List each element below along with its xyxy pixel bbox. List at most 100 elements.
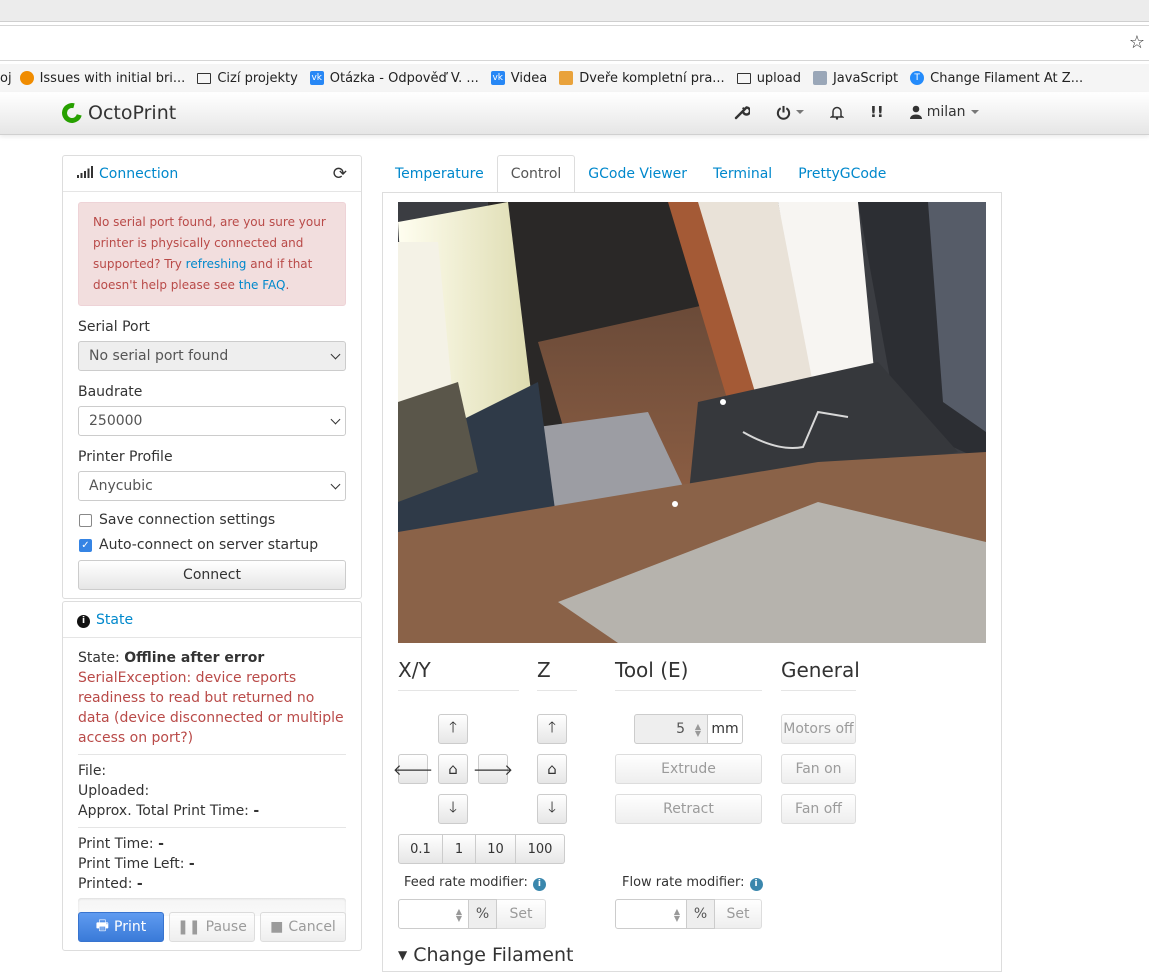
brand[interactable]: OctoPrint xyxy=(58,99,177,127)
serial-port-select[interactable]: No serial port found xyxy=(78,341,346,371)
print-icon: 🖶 xyxy=(95,918,109,934)
autoconnect-checkbox[interactable]: ✓ Auto-connect on server startup xyxy=(79,537,361,553)
bookmark-item[interactable]: vk Otázka - Odpověď V. ... xyxy=(309,70,479,86)
signal-icon xyxy=(77,165,93,182)
spinner-icon[interactable]: ▲ ▼ xyxy=(456,908,462,923)
bookmark-item[interactable]: vk Videa xyxy=(490,71,547,86)
thingiverse-icon: T xyxy=(910,71,925,85)
cancel-button[interactable]: ■ Cancel xyxy=(260,912,346,942)
info-icon[interactable]: i xyxy=(532,878,546,891)
step-100-button[interactable]: 100 xyxy=(516,834,565,864)
bookmark-item[interactable]: Cizí projekty xyxy=(197,71,298,86)
flow-rate-input[interactable]: ▲ ▼ xyxy=(615,899,687,929)
divider xyxy=(78,827,346,828)
tab-control[interactable]: Control xyxy=(496,155,576,193)
chevron-down-icon xyxy=(970,110,979,114)
uploaded-label: Uploaded: xyxy=(78,783,150,799)
fan-on-button[interactable]: Fan on xyxy=(781,754,856,784)
print-label: Print xyxy=(114,919,147,935)
bookmark-item[interactable]: upload xyxy=(736,70,801,86)
spinner-icon[interactable]: ▲ ▼ xyxy=(695,723,701,738)
tab-prettygcode[interactable]: PrettyGCode xyxy=(785,155,899,193)
bell-icon[interactable] xyxy=(830,105,844,120)
autoconnect-label: Auto-connect on server startup xyxy=(99,537,319,553)
brand-name: OctoPrint xyxy=(88,102,177,124)
bookmark-item[interactable]: T Change Filament At Z... xyxy=(910,71,1083,86)
jog-y-plus-button[interactable]: 🡑 xyxy=(438,714,468,744)
jog-y-minus-button[interactable]: 🡓 xyxy=(438,794,468,824)
no-serial-alert: No serial port found, are you sure your … xyxy=(78,202,346,306)
system-alert-icon[interactable]: !! xyxy=(870,103,884,121)
refresh-link[interactable]: refreshing xyxy=(186,257,247,271)
baudrate-select[interactable]: 250000 xyxy=(78,406,346,436)
tool-heading: Tool (E) xyxy=(615,658,762,691)
checkbox-box xyxy=(79,513,92,527)
feed-rate-set-button[interactable]: Set xyxy=(496,899,546,929)
change-filament-toggle[interactable]: ▼ Change Filament xyxy=(398,944,573,966)
step-1-button[interactable]: 1 xyxy=(443,834,476,864)
info-icon: i xyxy=(77,612,90,628)
baudrate-value: 250000 xyxy=(89,413,143,429)
home-z-button[interactable]: ⌂ xyxy=(537,754,567,784)
power-menu[interactable] xyxy=(776,105,804,120)
tab-gcode-viewer[interactable]: GCode Viewer xyxy=(575,155,700,193)
connection-header[interactable]: Connection ⟳ xyxy=(63,156,361,192)
wrench-icon[interactable] xyxy=(734,104,750,120)
motors-off-button[interactable]: Motors off xyxy=(781,714,856,744)
info-icon[interactable]: i xyxy=(749,878,763,891)
state-header[interactable]: i State xyxy=(63,602,361,638)
print-button[interactable]: 🖶 Print xyxy=(78,912,164,942)
print-time-line: Print Time: - xyxy=(78,834,346,854)
serial-port-value: No serial port found xyxy=(89,348,229,364)
folder-icon xyxy=(736,72,751,84)
home-xy-button[interactable]: ⌂ xyxy=(438,754,468,784)
username: milan xyxy=(926,104,966,120)
feed-rate-input[interactable]: ▲ ▼ xyxy=(398,899,469,929)
arrow-down-icon: 🡓 xyxy=(548,797,556,816)
tab-temperature[interactable]: Temperature xyxy=(382,155,497,193)
jog-z-plus-button[interactable]: 🡑 xyxy=(537,714,567,744)
spinner-icon[interactable]: ▲ ▼ xyxy=(674,908,680,923)
bookmark-fragment[interactable]: oj xyxy=(0,71,12,86)
flow-rate-set-button[interactable]: Set xyxy=(714,899,762,929)
jog-x-plus-button[interactable]: 🡒 xyxy=(473,754,513,784)
state-panel: i State State: Offline after error Seria… xyxy=(62,601,362,951)
bookmark-label: upload xyxy=(756,70,801,86)
pause-button[interactable]: ❚❚ Pause xyxy=(169,912,255,942)
extrude-button[interactable]: Extrude xyxy=(615,754,762,784)
printer-profile-select[interactable]: Anycubic xyxy=(78,471,346,501)
top-navbar: OctoPrint !! milan xyxy=(0,93,1149,135)
connect-button[interactable]: Connect xyxy=(78,560,346,590)
approx-value: - xyxy=(253,803,260,819)
user-menu[interactable]: milan xyxy=(909,104,979,120)
approx-label: Approx. Total Print Time: xyxy=(78,803,249,819)
jog-x-minus-button[interactable]: 🡐 xyxy=(393,754,433,784)
jog-z-minus-button[interactable]: 🡓 xyxy=(537,794,567,824)
fan-off-button[interactable]: Fan off xyxy=(781,794,856,824)
github-icon xyxy=(19,71,34,85)
retract-button[interactable]: Retract xyxy=(615,794,762,824)
tab-terminal[interactable]: Terminal xyxy=(700,155,785,193)
bookmark-label: Dveře kompletní pra... xyxy=(579,70,725,86)
bookmark-item[interactable]: Dveře kompletní pra... xyxy=(559,70,725,86)
step-size-group: 0.1 1 10 100 xyxy=(398,834,565,864)
save-settings-checkbox[interactable]: Save connection settings xyxy=(79,512,361,528)
printed-label: Printed: xyxy=(78,876,133,892)
bookmarks-bar: oj Issues with initial bri... Cizí proje… xyxy=(0,64,1149,92)
address-bar[interactable]: ☆ xyxy=(0,25,1149,61)
step-10-button[interactable]: 10 xyxy=(476,834,516,864)
serial-port-label: Serial Port xyxy=(78,319,150,335)
chevron-down-icon xyxy=(330,414,341,425)
bookmark-item[interactable]: Issues with initial bri... xyxy=(19,70,186,86)
refresh-icon[interactable]: ⟳ xyxy=(333,164,347,184)
faq-link[interactable]: the FAQ xyxy=(239,278,286,292)
bookmark-label: Issues with initial bri... xyxy=(39,70,186,86)
arrow-up-icon: 🡑 xyxy=(449,717,457,736)
step-0.1-button[interactable]: 0.1 xyxy=(398,834,443,864)
extrude-amount-input[interactable]: 5 ▲ ▼ xyxy=(634,714,708,744)
vk-icon: vk xyxy=(490,71,505,85)
bookmark-star-icon[interactable]: ☆ xyxy=(1129,32,1145,53)
bookmark-label: Otázka - Odpověď V. ... xyxy=(329,70,479,86)
user-icon xyxy=(909,105,922,119)
bookmark-item[interactable]: JavaScript xyxy=(812,71,898,86)
